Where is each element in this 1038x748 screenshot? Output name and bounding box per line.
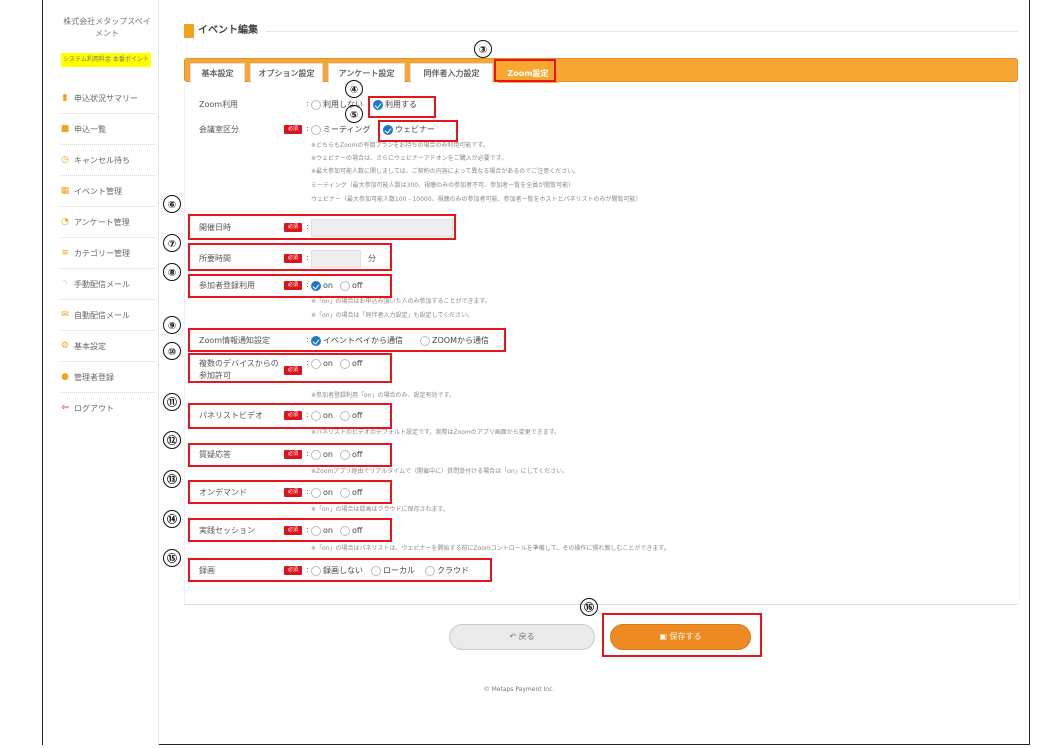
page-title: イベント編集 bbox=[198, 25, 258, 36]
annotation-number: ⑯ bbox=[580, 598, 598, 616]
org-name: 株式会社メタップスペイメント bbox=[63, 17, 151, 38]
annotation-number: ⑬ bbox=[163, 470, 181, 488]
room-type-label: 会議室区分 bbox=[199, 125, 239, 134]
gear-icon: ⚙ bbox=[60, 340, 70, 351]
annotation-box-14 bbox=[188, 518, 392, 542]
tab-companion[interactable]: 同伴者入力設定 bbox=[410, 63, 493, 83]
annotation-number: ⑥ bbox=[163, 195, 181, 213]
sidebar-item-auto-mail[interactable]: ✉ 自動配信メール bbox=[60, 300, 155, 331]
annotation-number: ⑤ bbox=[345, 105, 363, 123]
list-icon: ≡ bbox=[61, 247, 69, 258]
tab-basic[interactable]: 基本設定 bbox=[190, 63, 245, 83]
annotation-number: ③ bbox=[474, 40, 492, 58]
title-accent bbox=[184, 24, 194, 38]
sidebar-item-summary[interactable]: ▮ 申込状況サマリー bbox=[60, 83, 155, 114]
sidebar-item-waitlist[interactable]: ◷ キャンセル待ち bbox=[60, 145, 155, 176]
clock-icon: ◷ bbox=[61, 154, 69, 165]
sidebar-item-manual-mail[interactable]: ◝ 手動配信メール bbox=[60, 269, 155, 300]
tab-bar: 基本設定 オプション設定 アンケート設定 同伴者入力設定 Zoom設定 bbox=[184, 58, 1018, 83]
zoom-use-label: Zoom利用 bbox=[199, 100, 239, 109]
annotation-number: ⑦ bbox=[163, 234, 181, 252]
tab-survey[interactable]: アンケート設定 bbox=[328, 63, 405, 83]
annotation-box-4 bbox=[368, 96, 436, 118]
title-divider bbox=[266, 31, 1018, 32]
footer-copyright: © Metaps Payment Inc. bbox=[483, 686, 555, 693]
sidebar-item-admin[interactable]: ● 管理者登録 bbox=[60, 362, 155, 393]
rss-icon: ◝ bbox=[63, 278, 67, 289]
sidebar: 株式会社メタップスペイメント システム利用料金 本番ポイント ▮ 申込状況サマリー… bbox=[43, 0, 159, 745]
annotation-number: ⑧ bbox=[163, 263, 181, 281]
annotation-box-11 bbox=[188, 403, 392, 429]
annotation-box-7 bbox=[188, 243, 392, 271]
annotation-number: ⑭ bbox=[163, 510, 181, 528]
grid-icon: ▦ bbox=[60, 185, 70, 196]
annotation-box-13 bbox=[188, 480, 392, 504]
back-button[interactable]: ↶ 戻る bbox=[449, 624, 595, 650]
room-type-meeting-radio[interactable]: ミーティング bbox=[311, 124, 371, 136]
annotation-box-10 bbox=[188, 353, 392, 383]
annotation-number: ⑩ bbox=[163, 342, 181, 360]
annotation-number: ⑮ bbox=[163, 549, 181, 567]
form-divider bbox=[184, 604, 1018, 605]
annotation-box-9 bbox=[188, 328, 506, 352]
highlight-text: システム利用料金 本番ポイント bbox=[61, 53, 151, 67]
annotation-box-5 bbox=[378, 120, 458, 142]
annotation-box-6 bbox=[188, 214, 456, 240]
sidebar-item-events[interactable]: ▦ イベント管理 bbox=[60, 176, 155, 207]
sidebar-item-survey[interactable]: ◔ アンケート管理 bbox=[60, 207, 155, 238]
mail-icon: ✉ bbox=[61, 309, 69, 320]
bar-chart-icon: ▮ bbox=[62, 92, 68, 103]
annotation-box-16 bbox=[602, 613, 762, 657]
annotation-box-3 bbox=[494, 59, 556, 82]
annotation-number: ④ bbox=[345, 80, 363, 98]
sidebar-item-logout[interactable]: ⇦ ログアウト bbox=[60, 393, 155, 423]
back-arrow-icon: ↶ bbox=[509, 632, 519, 641]
users-icon: ● bbox=[61, 371, 69, 382]
tab-options[interactable]: オプション設定 bbox=[250, 63, 323, 83]
book-icon: ■ bbox=[60, 123, 70, 134]
required-badge: 必須 bbox=[284, 125, 302, 134]
sidebar-item-applications[interactable]: ■ 申込一覧 bbox=[60, 114, 155, 145]
sidebar-item-category[interactable]: ≡ カテゴリー管理 bbox=[60, 238, 155, 269]
annotation-number: ⑪ bbox=[163, 393, 181, 411]
logout-icon: ⇦ bbox=[61, 402, 69, 413]
annotation-box-15 bbox=[188, 558, 492, 582]
annotation-box-12 bbox=[188, 443, 392, 467]
pie-chart-icon: ◔ bbox=[61, 216, 69, 227]
annotation-number: ⑫ bbox=[163, 431, 181, 449]
sidebar-item-settings[interactable]: ⚙ 基本設定 bbox=[60, 331, 155, 362]
annotation-number: ⑨ bbox=[163, 316, 181, 334]
annotation-box-8 bbox=[188, 274, 392, 298]
